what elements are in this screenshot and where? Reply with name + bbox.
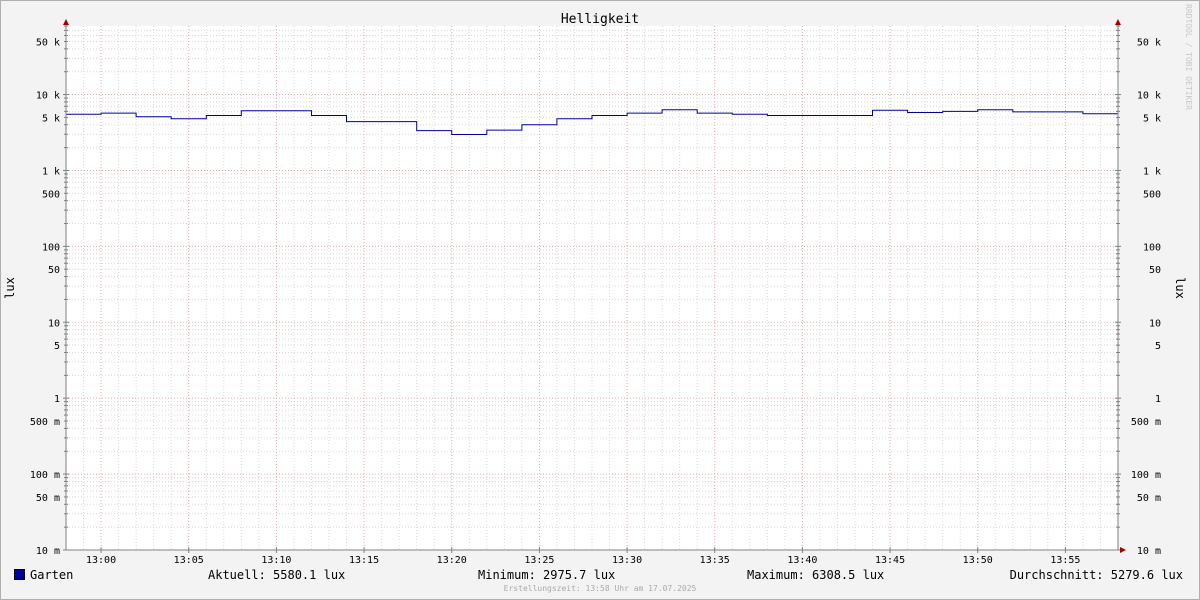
chart-title: Helligkeit [561,12,639,27]
x-axis-arrow-icon [1120,547,1126,553]
x-tick-label: 13:20 [437,555,467,566]
y-tick-label-left: 50 m [36,493,60,504]
legend-durchschnitt: Durchschnitt: 5279.6 lux [1009,568,1183,582]
x-tick-label: 13:45 [875,555,905,566]
x-tick-label: 13:35 [700,555,730,566]
y-tick-label-left: 100 [42,242,60,253]
x-tick-label: 13:05 [174,555,204,566]
creation-time: Erstellungszeit: 13:58 Uhr am 17.07.2025 [503,584,697,593]
legend-maximum: Maximum: 6308.5 lux [747,568,885,582]
y-tick-label-left: 10 m [36,546,60,557]
legend-aktuell: Aktuell: 5580.1 lux [208,568,346,582]
y-axis-arrow-right-icon [1115,19,1121,25]
y-tick-label-left: 50 k [36,37,60,48]
y-tick-label-left: 5 [54,341,60,352]
legend-minimum: Minimum: 2975.7 lux [478,568,616,582]
x-tick-label: 13:25 [524,555,554,566]
y-tick-label-right: 10 m [1137,546,1161,557]
x-tick-label: 13:00 [86,555,116,566]
y-tick-label-right: 5 k [1143,113,1161,124]
y-tick-label-right: 5 [1155,341,1161,352]
y-tick-label-left: 50 [48,265,60,276]
y-tick-label-right: 500 m [1131,417,1161,428]
y-axis-arrow-left-icon [63,19,69,25]
y-tick-label-right: 50 m [1137,493,1161,504]
y-tick-label-left: 1 k [42,166,60,177]
legend-swatch-garten [14,569,25,580]
y-tick-label-right: 1 [1155,394,1161,405]
y-tick-label-right: 50 k [1137,37,1161,48]
y-axis-label-left: lux [3,277,17,299]
brightness-chart: 13:00 13:05 13:10 13:15 13:20 13:25 13:30 13:35… [3,4,1193,566]
y-tick-label-right: 100 m [1131,470,1161,481]
y-tick-label-right: 50 [1149,265,1161,276]
x-tick-label: 13:55 [1050,555,1080,566]
x-tick-label: 13:50 [963,555,993,566]
y-tick-label-right: 10 k [1137,91,1161,102]
y-tick-label-left: 500 m [30,417,60,428]
y-tick-label-left: 10 k [36,91,60,102]
x-tick-label: 13:15 [349,555,379,566]
y-tick-label-left: 10 [48,318,60,329]
x-tick-label: 13:10 [261,555,291,566]
y-tick-label-left: 5 k [42,113,60,124]
y-tick-label-right: 100 [1143,242,1161,253]
y-tick-label-left: 1 [54,394,60,405]
x-tick-label: 13:30 [612,555,642,566]
y-tick-label-right: 1 k [1143,166,1161,177]
y-tick-label-left: 500 [42,189,60,200]
legend-series-name: Garten [30,568,74,582]
vendor-watermark: RRDTOOL / TOBI OETIKER [1184,4,1193,110]
x-tick-label: 13:40 [787,555,817,566]
y-tick-label-left: 100 m [30,470,60,481]
y-tick-label-right: 10 [1149,318,1161,329]
y-axis-label-right: lux [1173,277,1187,299]
y-tick-label-right: 500 [1143,189,1161,200]
